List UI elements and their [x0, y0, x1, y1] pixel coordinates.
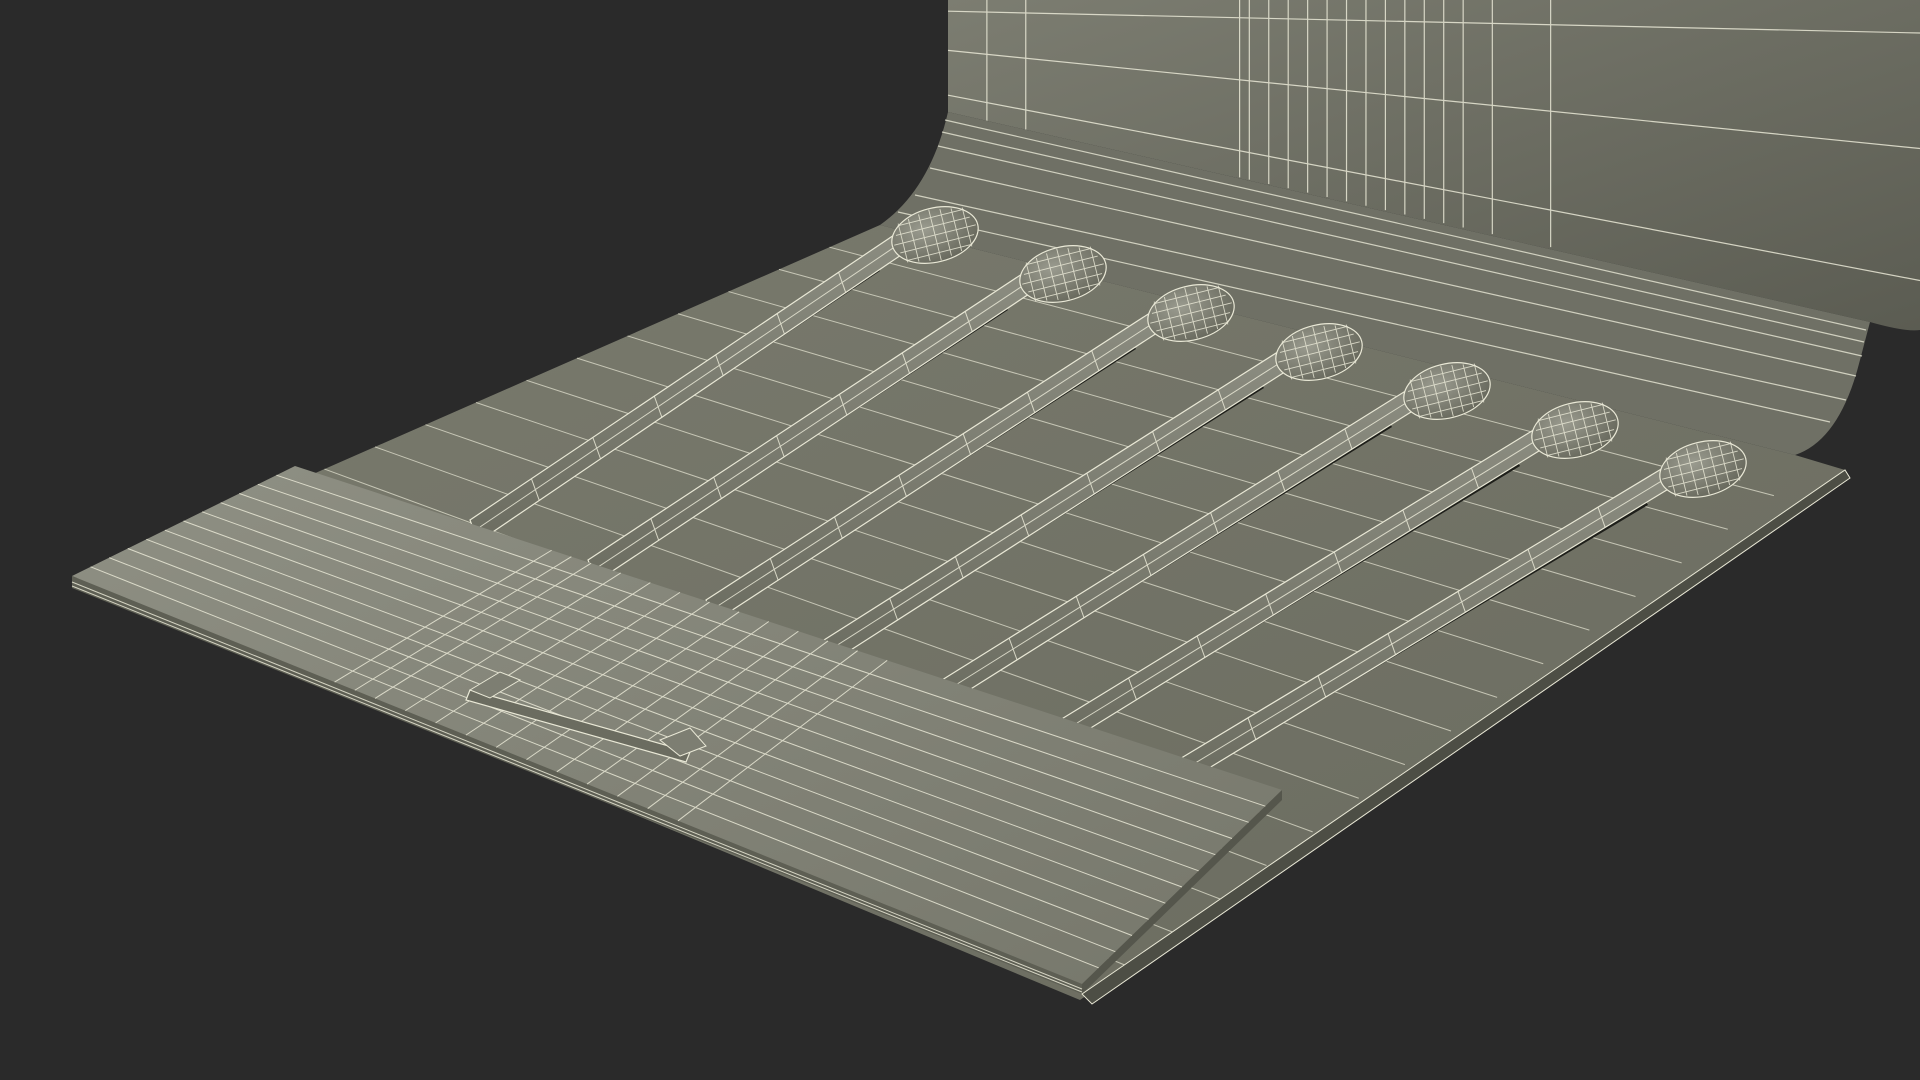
render-viewport	[0, 0, 1920, 1080]
matchbook-wireframe-illustration	[71, 0, 1920, 1005]
